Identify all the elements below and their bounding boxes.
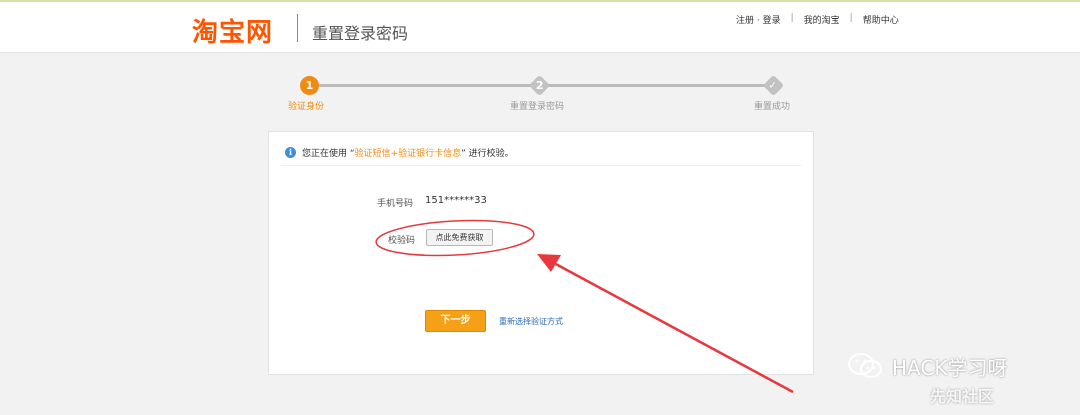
verification-panel: i 您正在使用 “ 验证短信+验证银行卡信息 ” 进行校验。 手机号码 151*… (268, 131, 814, 375)
wechat-icon (848, 353, 882, 378)
taobao-logo[interactable]: 淘宝网 (192, 12, 273, 49)
link-separator: | (849, 13, 853, 23)
header: 淘宝网 重置登录密码 注册 · 登录 | 我的淘宝 | 帮助中心 (0, 2, 1080, 53)
progress-steps: 1 2 ✓ 验证身份 重置登录密码 重置成功 (270, 74, 810, 114)
step-3-marker: ✓ (762, 74, 785, 97)
check-icon: ✓ (768, 80, 777, 92)
divider (281, 165, 801, 166)
link-separator: | (790, 13, 794, 23)
step-connector (548, 84, 770, 87)
step-1-label: 验证身份 (288, 102, 325, 112)
my-taobao-link[interactable]: 我的淘宝 (804, 13, 840, 26)
phone-label: 手机号码 (377, 199, 414, 209)
verification-notice: i 您正在使用 “ 验证短信+验证银行卡信息 ” 进行校验。 (285, 146, 514, 159)
notice-prefix: 您正在使用 “ (302, 149, 355, 159)
help-center-link[interactable]: 帮助中心 (863, 13, 899, 26)
next-step-button[interactable]: 下一步 (425, 310, 486, 332)
step-2-number: 2 (535, 79, 544, 92)
get-code-button[interactable]: 点此免费获取 (426, 229, 493, 246)
reselect-method-link[interactable]: 重新选择验证方式 (499, 316, 563, 327)
step-2-marker: 2 (528, 74, 551, 97)
watermark-sub: 先知社区 (930, 387, 995, 406)
notice-suffix: ” 进行校验。 (461, 149, 514, 159)
step-3-label: 重置成功 (754, 102, 791, 112)
watermark-text: HACK学习呀 (892, 355, 1008, 380)
info-icon: i (285, 147, 296, 158)
step-connector (318, 84, 540, 87)
logo-divider (297, 14, 298, 42)
register-login-link[interactable]: 注册 · 登录 (736, 13, 781, 26)
watermark: HACK学习呀 (846, 351, 1007, 381)
top-links: 注册 · 登录 | 我的淘宝 | 帮助中心 (736, 13, 899, 26)
phone-value: 151******33 (425, 195, 487, 206)
step-2-label: 重置登录密码 (510, 102, 565, 112)
notice-method: 验证短信+验证银行卡信息 (354, 149, 462, 159)
code-label: 校验码 (388, 236, 416, 246)
page-title: 重置登录密码 (312, 24, 409, 43)
step-1-marker: 1 (300, 76, 319, 95)
